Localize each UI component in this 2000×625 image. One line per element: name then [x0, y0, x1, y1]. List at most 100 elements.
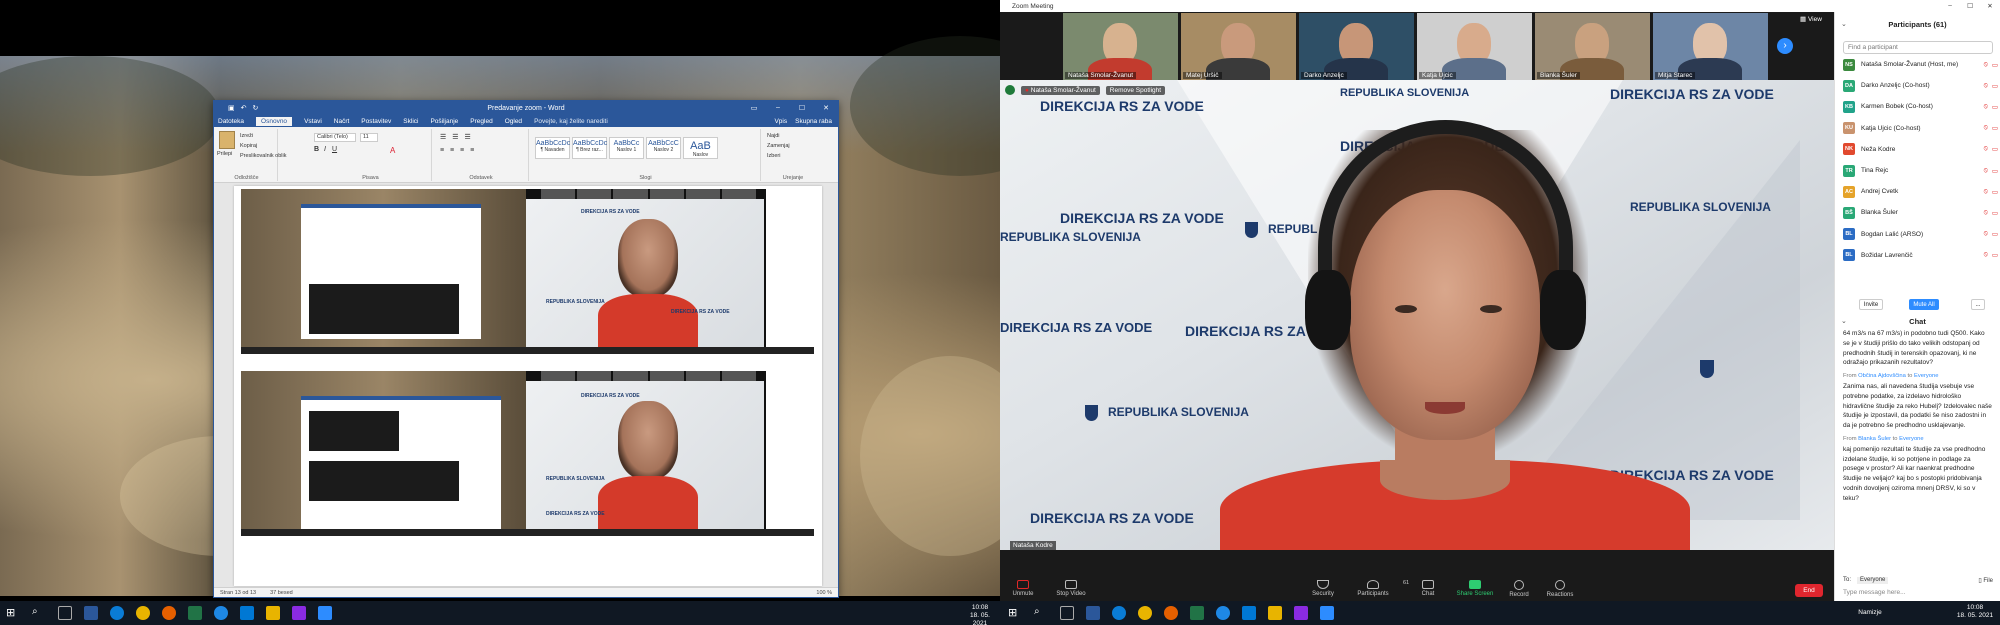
align-icons[interactable]: ≡ ≡ ≡ ≡ [440, 147, 476, 154]
list-icons[interactable]: ☰ ☰ ☰ [440, 133, 473, 141]
style-heading-1[interactable]: AaBbCc Naslov 1 [609, 137, 644, 159]
participant-row[interactable]: AC Andrej Cvetk ⦸ ▭ [1843, 184, 1998, 199]
windows-start-icon[interactable]: ⊞ [6, 606, 20, 620]
microphone-muted-icon[interactable]: ⦸ [1984, 188, 1988, 196]
chat-message-input[interactable]: Type message here... [1843, 589, 1906, 596]
right-clock[interactable]: 10:08 18. 05. 2021 [1955, 604, 1995, 620]
close-icon[interactable]: ✕ [814, 104, 838, 112]
tell-me-box[interactable]: Povejte, kaj želite narediti [534, 118, 608, 125]
mute-all-button[interactable]: Mute All [1909, 299, 1939, 310]
active-speaker-video[interactable]: DIREKCIJA RS ZA VODE DIREKCIJA RS ZA VOD… [1000, 80, 1834, 550]
participant-row[interactable]: KU Katja Ujcic (Co-host) ⦸ ▭ [1843, 121, 1998, 136]
tab-references[interactable]: Sklici [403, 118, 418, 125]
video-tile[interactable]: Katja Ujcic [1417, 13, 1532, 80]
tab-insert[interactable]: Vstavi [304, 118, 322, 125]
paste-label[interactable]: Prilepi [217, 151, 232, 157]
participant-row[interactable]: BL Božidar Lavrenčič ⦸ ▭ [1843, 248, 1998, 263]
style-no-spacing[interactable]: AaBbCcDc ¶ Brez raz... [572, 137, 607, 159]
minimize-icon[interactable]: – [766, 104, 790, 112]
recipient-select[interactable]: Everyone [1857, 577, 1889, 584]
app-icon[interactable] [214, 606, 228, 620]
close-icon[interactable]: ✕ [1980, 2, 2000, 10]
minimize-icon[interactable]: – [1940, 2, 1960, 10]
excel-icon[interactable] [188, 606, 202, 620]
app-icon[interactable] [1294, 606, 1308, 620]
app-icon[interactable] [1216, 606, 1230, 620]
view-button[interactable]: ▦ View [1800, 15, 1822, 23]
paste-icon[interactable] [219, 131, 235, 149]
video-off-icon[interactable]: ▭ [1992, 103, 1998, 111]
zoom-taskbar-icon[interactable] [318, 606, 332, 620]
stop-video-button[interactable]: Stop Video [1048, 580, 1094, 597]
video-tile[interactable]: Darko Anzeljc [1299, 13, 1414, 80]
maximize-icon[interactable]: ☐ [1960, 2, 1980, 10]
file-explorer-icon[interactable] [266, 606, 280, 620]
file-button[interactable]: ▯ File [1978, 577, 1993, 584]
chat-button[interactable]: Chat [1405, 580, 1451, 597]
microphone-muted-icon[interactable]: ⦸ [1984, 251, 1988, 259]
participant-row[interactable]: BŠ Blanka Šuler ⦸ ▭ [1843, 205, 1998, 220]
video-off-icon[interactable]: ▭ [1992, 251, 1998, 259]
chrome-icon[interactable] [1138, 606, 1152, 620]
participants-button[interactable]: Participants [1350, 580, 1396, 597]
video-off-icon[interactable]: ▭ [1992, 167, 1998, 175]
task-view-icon[interactable] [58, 606, 72, 620]
tab-layout[interactable]: Postavitev [361, 118, 391, 125]
chrome-icon[interactable] [136, 606, 150, 620]
microphone-muted-icon[interactable]: ⦸ [1984, 61, 1988, 69]
bold-button[interactable]: B [314, 146, 319, 153]
sign-in-link[interactable]: Vpis [774, 118, 787, 125]
edge-icon[interactable] [110, 606, 124, 620]
font-name-select[interactable]: Calibri (Telo) [314, 133, 356, 142]
tab-file[interactable]: Datoteka [218, 118, 244, 125]
zoom-taskbar-icon[interactable] [1320, 606, 1334, 620]
undo-icon[interactable]: ↶ [241, 104, 247, 112]
maximize-icon[interactable]: ☐ [790, 104, 814, 112]
tab-design[interactable]: Načrt [334, 118, 350, 125]
video-off-icon[interactable]: ▭ [1992, 209, 1998, 217]
windows-start-icon[interactable]: ⊞ [1008, 606, 1022, 620]
replace-button[interactable]: Zamenjaj [767, 143, 790, 149]
style-normal[interactable]: AaBbCcDc ¶ Navaden [535, 137, 570, 159]
italic-button[interactable]: I [324, 146, 326, 153]
save-icon[interactable]: ▣ [228, 104, 235, 112]
tab-mailings[interactable]: Pošiljanje [430, 118, 458, 125]
format-painter-button[interactable]: Preslikovalnik oblik [240, 153, 286, 159]
microphone-muted-icon[interactable]: ⦸ [1984, 124, 1988, 132]
microphone-muted-icon[interactable]: ⦸ [1984, 82, 1988, 90]
next-page-arrow-icon[interactable]: › [1777, 38, 1793, 54]
select-button[interactable]: Izberi [767, 153, 780, 159]
file-explorer-icon[interactable] [1268, 606, 1282, 620]
video-tile[interactable]: Matej Uršič [1181, 13, 1296, 80]
search-icon[interactable]: ⌕ [1034, 606, 1048, 620]
document-page[interactable]: DIREKCIJA RS ZA VODE REPUBLIKA SLOVENIJA… [234, 186, 822, 586]
font-color-icon[interactable]: A [390, 146, 395, 155]
excel-icon[interactable] [1190, 606, 1204, 620]
microphone-muted-icon[interactable]: ⦸ [1984, 230, 1988, 238]
video-tile[interactable]: Nataša Smolar-Žvanut [1063, 13, 1178, 80]
video-off-icon[interactable]: ▭ [1992, 124, 1998, 132]
record-button[interactable]: Record [1496, 580, 1542, 598]
share-button[interactable]: Skupna raba [795, 118, 832, 125]
app-icon[interactable] [292, 606, 306, 620]
tab-view[interactable]: Ogled [505, 118, 522, 125]
security-button[interactable]: Security [1300, 580, 1346, 597]
share-screen-button[interactable]: Share Screen [1452, 580, 1498, 597]
microphone-muted-icon[interactable]: ⦸ [1984, 167, 1988, 175]
ribbon-display-icon[interactable]: ▭ [742, 104, 766, 112]
video-off-icon[interactable]: ▭ [1992, 188, 1998, 196]
tab-home[interactable]: Osnovno [256, 116, 293, 126]
find-participant-input[interactable]: Find a participant [1843, 41, 1993, 54]
style-title[interactable]: AaB Naslov [683, 137, 718, 159]
font-size-select[interactable]: 11 [360, 133, 378, 142]
desktop-label[interactable]: Namizje [1850, 609, 1890, 617]
video-tile[interactable]: Mitja Starec [1653, 13, 1768, 80]
video-off-icon[interactable]: ▭ [1992, 82, 1998, 90]
unmute-button[interactable]: Unmute [1000, 580, 1046, 597]
video-off-icon[interactable]: ▭ [1992, 145, 1998, 153]
underline-button[interactable]: U [332, 146, 337, 153]
word-taskbar-icon[interactable] [1086, 606, 1100, 620]
find-button[interactable]: Najdi [767, 133, 780, 139]
word-taskbar-icon[interactable] [84, 606, 98, 620]
search-icon[interactable]: ⌕ [32, 606, 46, 620]
